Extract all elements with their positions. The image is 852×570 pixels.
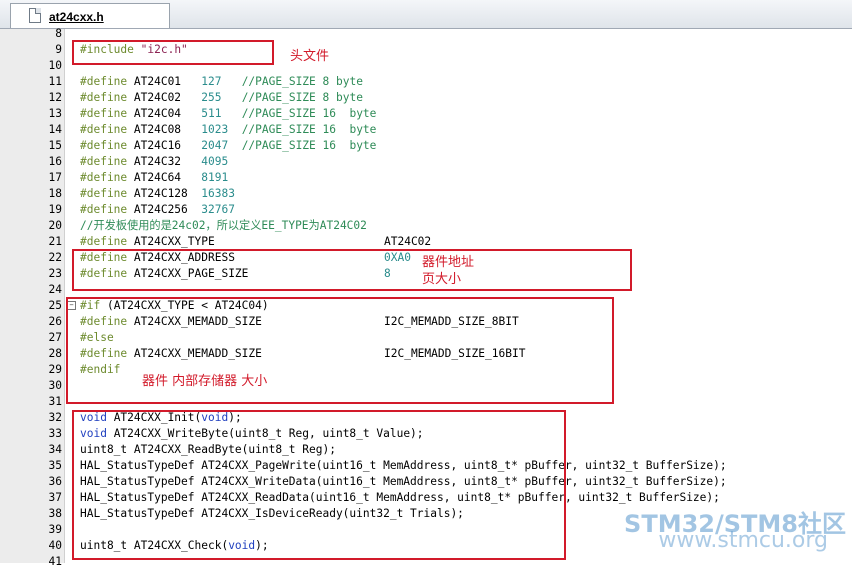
line-number: 28 (48, 347, 62, 360)
code-text: #define AT24C64 8191 (80, 171, 229, 184)
line-number: 16 (48, 155, 62, 168)
code-line[interactable]: 15 #define AT24C16 2047 //PAGE_SIZE 16 by… (0, 138, 852, 154)
line-number: 10 (48, 59, 62, 72)
highlight-box-include (72, 40, 274, 65)
code-line[interactable]: 12 #define AT24C02 255 //PAGE_SIZE 8 byte (0, 90, 852, 106)
line-number: 12 (48, 91, 62, 104)
file-tab-at24cxx[interactable]: at24cxx.h (10, 3, 170, 28)
line-number: 17 (48, 171, 62, 184)
code-line[interactable]: 11 #define AT24C01 127 //PAGE_SIZE 8 byte (0, 74, 852, 90)
code-line[interactable]: 17 #define AT24C64 8191 (0, 170, 852, 186)
code-text: #define AT24C08 1023 //PAGE_SIZE 16 byte (80, 123, 377, 136)
line-number: 38 (48, 507, 62, 520)
highlight-box-prototypes (72, 410, 566, 560)
line-number: 9 (55, 43, 62, 56)
line-number: 36 (48, 475, 62, 488)
line-number: 30 (48, 379, 62, 392)
line-number: 26 (48, 315, 62, 328)
note-header-file: 头文件 (290, 49, 330, 64)
line-number: 34 (48, 443, 62, 456)
code-line[interactable]: 16 #define AT24C32 4095 (0, 154, 852, 170)
code-line[interactable]: 18 #define AT24C128 16383 (0, 186, 852, 202)
line-number: 40 (48, 539, 62, 552)
code-text: #define AT24C128 16383 (80, 187, 235, 200)
line-number: 21 (48, 235, 62, 248)
macro-value: AT24C02 (384, 235, 432, 248)
line-number: 13 (48, 107, 62, 120)
line-number: 24 (48, 283, 62, 296)
line-number: 29 (48, 363, 62, 376)
line-number: 18 (48, 187, 62, 200)
code-line[interactable]: 20 //开发板使用的是24c02，所以定义EE_TYPE为AT24C02 (0, 218, 852, 234)
highlight-box-address (72, 249, 632, 291)
code-line[interactable]: 19 #define AT24C256 32767 (0, 202, 852, 218)
line-number: 33 (48, 427, 62, 440)
line-number: 15 (48, 139, 62, 152)
line-number: 14 (48, 123, 62, 136)
line-number: 23 (48, 267, 62, 280)
line-number: 20 (48, 219, 62, 232)
watermark-url: www.stmcu.org (658, 528, 828, 553)
code-text: #define AT24C04 511 //PAGE_SIZE 16 byte (80, 107, 377, 120)
line-number: 31 (48, 395, 62, 408)
code-line[interactable]: 14 #define AT24C08 1023 //PAGE_SIZE 16 by… (0, 122, 852, 138)
line-number: 41 (48, 555, 62, 568)
code-text: #define AT24C16 2047 //PAGE_SIZE 16 byte (80, 139, 377, 152)
code-line[interactable]: 13 #define AT24C04 511 //PAGE_SIZE 16 byt… (0, 106, 852, 122)
line-number: 8 (55, 27, 62, 40)
line-number: 11 (48, 75, 62, 88)
line-number: 37 (48, 491, 62, 504)
code-text: #define AT24C01 127 //PAGE_SIZE 8 byte (80, 75, 363, 88)
code-text: #define AT24CXX_TYPE (80, 235, 215, 248)
line-number: 22 (48, 251, 62, 264)
line-number: 27 (48, 331, 62, 344)
line-number: 19 (48, 203, 62, 216)
editor-tab-bar: at24cxx.h (0, 0, 852, 29)
file-icon (29, 8, 41, 23)
line-number: 32 (48, 411, 62, 424)
note-storage-size: 器件 内部存储器 大小 (142, 374, 268, 389)
line-number: 35 (48, 459, 62, 472)
code-line[interactable]: 21 #define AT24CXX_TYPE AT24C02 (0, 234, 852, 250)
code-text: #define AT24C256 32767 (80, 203, 235, 216)
code-text: //开发板使用的是24c02，所以定义EE_TYPE为AT24C02 (80, 219, 367, 232)
note-page-size: 页大小 (422, 272, 462, 287)
code-text: #define AT24C32 4095 (80, 155, 229, 168)
code-text: #define AT24C02 255 //PAGE_SIZE 8 byte (80, 91, 363, 104)
line-number: 39 (48, 523, 62, 536)
file-tab-label: at24cxx.h (49, 10, 104, 24)
line-number: 25 (48, 299, 62, 312)
